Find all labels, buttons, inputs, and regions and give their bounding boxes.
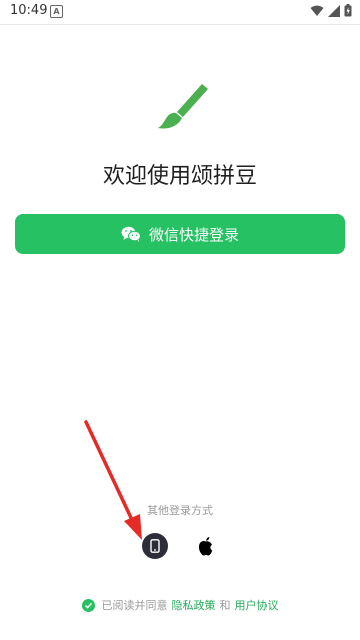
phone-login-button[interactable] [142,533,168,559]
battery-icon [344,4,352,17]
agreement-prefix: 已阅读并同意 [101,599,168,612]
wifi-icon [310,5,324,16]
phone-icon [150,539,160,553]
other-login-methods-label: 其他登录方式 [147,504,213,517]
wechat-icon [121,226,141,242]
user-agreement-link[interactable]: 用户协议 [235,597,279,613]
check-icon [84,602,92,609]
agreement-checkbox[interactable] [81,598,95,612]
status-bar: 10:49 A [0,0,360,25]
status-time: 10:49 [10,3,48,18]
brush-logo-icon [158,84,208,129]
agreement-and: 和 [219,599,231,612]
signal-icon [328,4,340,17]
status-icons [310,4,352,17]
wechat-login-label: 微信快捷登录 [148,225,239,244]
red-arrow-annotation [84,420,142,540]
agreement-row: 已阅读并同意 隐私政策 和 用户协议 [0,597,360,613]
privacy-policy-link[interactable]: 隐私政策 [172,597,216,613]
apple-icon [198,537,213,556]
wechat-login-button[interactable]: 微信快捷登录 [15,214,345,254]
apple-login-button[interactable] [193,533,219,559]
notification-a-icon: A [50,5,63,18]
welcome-title: 欢迎使用颂拼豆 [102,164,257,189]
